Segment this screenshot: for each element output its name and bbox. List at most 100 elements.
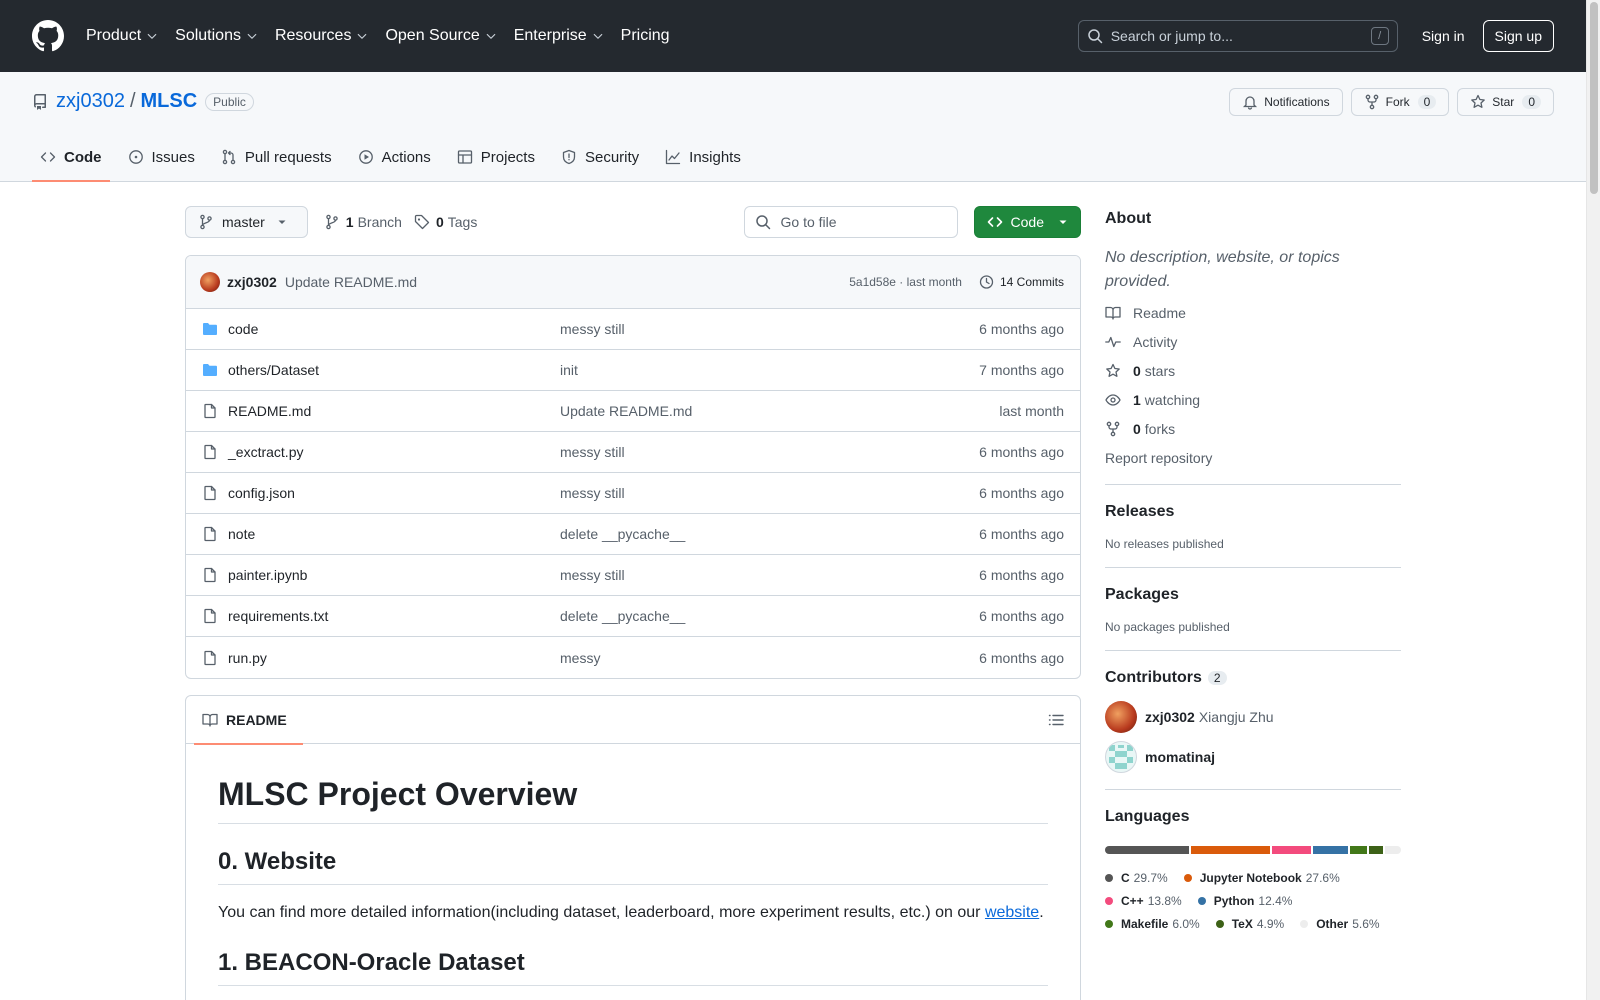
language-bar-segment [1369,846,1384,854]
about-link-forks[interactable]: 0 forks [1105,418,1401,439]
tab-insights[interactable]: Insights [657,133,749,181]
page-scrollbar[interactable] [1586,0,1600,1000]
language-item[interactable]: Python 12.4% [1197,889,1293,912]
language-name: Makefile [1121,916,1169,931]
file-row[interactable]: code messy still 6 months ago [186,309,1080,350]
file-row[interactable]: requirements.txt delete __pycache__ 6 mont… [186,596,1080,637]
file-name-link[interactable]: others/Dataset [228,362,560,378]
list-unordered-icon[interactable] [1048,712,1064,728]
language-item[interactable]: C 29.7% [1105,866,1168,889]
file-commit-message[interactable]: messy still [560,444,979,460]
file-name-link[interactable]: painter.ipynb [228,567,560,583]
tags-link[interactable]: 0 Tags [414,214,477,230]
commit-author-link[interactable]: zxj0302 [227,274,277,290]
nav-item-open-source[interactable]: Open Source [385,27,496,45]
nav-item-product[interactable]: Product [86,27,158,45]
commit-hash-time[interactable]: 5a1d58e · last month [849,275,962,289]
language-percent: 12.4% [1258,893,1293,908]
language-color-dot [1105,873,1113,882]
code-dropdown-button[interactable]: Code [973,206,1081,238]
scrollbar-thumb[interactable] [1590,2,1598,194]
language-item[interactable]: C++ 13.8% [1105,889,1182,912]
file-name-link[interactable]: requirements.txt [228,608,560,624]
file-name-link[interactable]: README.md [228,403,560,419]
contributor-item[interactable]: momatinaj [1105,741,1401,773]
search-input[interactable]: Search or jump to... / [1077,20,1398,52]
avatar[interactable] [1105,741,1137,773]
language-item[interactable]: Jupyter Notebook 27.6% [1183,866,1340,889]
tab-pull-requests[interactable]: Pull requests [213,133,340,181]
file-commit-message[interactable]: messy still [560,321,979,337]
latest-commit-bar: zxj0302 Update README.md 5a1d58e · last … [186,256,1080,309]
branch-select-button[interactable]: master [185,206,308,238]
readme-tab[interactable]: README [194,696,303,745]
language-item[interactable]: Other 5.6% [1300,912,1380,935]
file-name-link[interactable]: _exctract.py [228,444,560,460]
file-row[interactable]: note delete __pycache__ 6 months ago [186,514,1080,555]
commit-message-link[interactable]: Update README.md [285,274,417,290]
language-item[interactable]: TeX 4.9% [1215,912,1284,935]
language-item[interactable]: Makefile 6.0% [1105,912,1200,935]
releases-heading[interactable]: Releases [1105,503,1401,521]
contributor-login[interactable]: zxj0302 [1145,709,1195,725]
file-commit-message[interactable]: delete __pycache__ [560,608,979,624]
nav-item-solutions[interactable]: Solutions [175,27,258,45]
file-row[interactable]: others/Dataset init 7 months ago [186,350,1080,391]
file-commit-message[interactable]: messy still [560,567,979,583]
file-commit-message[interactable]: Update README.md [560,403,999,419]
sign-in-link[interactable]: Sign in [1422,28,1465,44]
file-commit-message[interactable]: messy still [560,485,979,501]
website-link[interactable]: website [985,904,1039,921]
tab-code[interactable]: Code [32,133,110,182]
file-name-link[interactable]: note [228,526,560,542]
file-row[interactable]: painter.ipynb messy still 6 months ago [186,555,1080,596]
file-name-link[interactable]: config.json [228,485,560,501]
avatar[interactable] [200,272,220,292]
tab-issues[interactable]: Issues [120,133,203,181]
file-row[interactable]: run.py messy 6 months ago [186,637,1080,678]
file-row[interactable]: config.json messy still 6 months ago [186,473,1080,514]
contributors-heading[interactable]: Contributors 2 [1105,669,1401,687]
about-link-stars[interactable]: 0 stars [1105,360,1401,381]
contributor-item[interactable]: zxj0302 Xiangju Zhu [1105,701,1401,733]
file-commit-message[interactable]: delete __pycache__ [560,526,979,542]
file-commit-message[interactable]: init [560,362,979,378]
branch-count: 1 [345,214,354,230]
about-link-readme[interactable]: Readme [1105,302,1401,323]
about-link-label: Activity [1133,333,1178,350]
commit-history-link[interactable]: 14 Commits [978,274,1064,290]
about-link-activity[interactable]: Activity [1105,331,1401,352]
repo-path-separator: / [129,90,136,112]
sign-up-button[interactable]: Sign up [1482,20,1554,52]
nav-item-enterprise[interactable]: Enterprise [514,27,604,45]
tab-projects[interactable]: Projects [449,133,543,181]
nav-item-pricing[interactable]: Pricing [621,27,670,45]
chevron-down-icon [247,33,257,39]
about-links: Readme Activity 0 stars 1 watching 0 forks [1105,302,1401,439]
file-commit-time: 6 months ago [979,444,1064,460]
tab-actions[interactable]: Actions [350,133,439,181]
notifications-button[interactable]: Notifications [1229,88,1343,116]
fork-button[interactable]: Fork 0 [1350,88,1450,116]
branch-label: Branch [357,214,402,230]
tab-security[interactable]: Security [553,133,647,181]
file-row[interactable]: README.md Update README.md last month [186,391,1080,432]
avatar[interactable] [1105,701,1137,733]
repo-name-link[interactable]: MLSC [141,90,198,113]
file-row[interactable]: _exctract.py messy still 6 months ago [186,432,1080,473]
about-link-watching[interactable]: 1 watching [1105,389,1401,410]
file-name-link[interactable]: run.py [228,650,560,666]
report-repository-link[interactable]: Report repository [1105,447,1401,468]
file-name-link[interactable]: code [228,321,560,337]
packages-heading[interactable]: Packages [1105,586,1401,604]
contributor-login[interactable]: momatinaj [1145,749,1215,765]
star-button[interactable]: Star 0 [1457,88,1554,116]
nav-item-resources[interactable]: Resources [275,27,368,45]
file-commit-time: 6 months ago [979,321,1064,337]
repo-owner-link[interactable]: zxj0302 [56,90,125,113]
file-commit-message[interactable]: messy [560,650,979,666]
nav-item-label: Solutions [175,27,241,44]
go-to-file-input[interactable]: Go to file [743,206,958,238]
github-logo-icon[interactable] [32,20,64,52]
branches-link[interactable]: 1 Branch [324,214,402,230]
